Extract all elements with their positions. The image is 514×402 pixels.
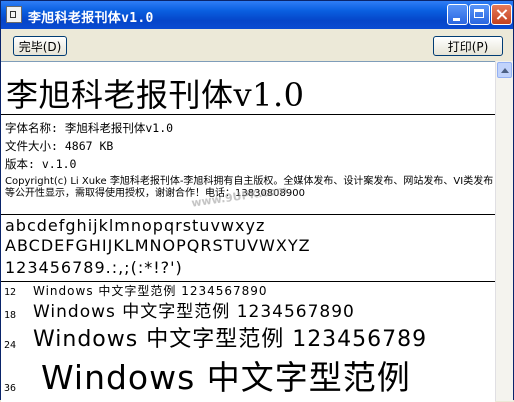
version-info: 版本: v.1.0 bbox=[5, 157, 77, 171]
print-button[interactable]: 打印(P) bbox=[433, 36, 503, 56]
divider bbox=[1, 114, 495, 115]
font-file-icon bbox=[6, 6, 22, 23]
close-button[interactable] bbox=[491, 4, 512, 25]
digits-sample: 123456789.:,;(:*!?') bbox=[5, 258, 183, 277]
uppercase-sample: ABCDEFGHIJKLMNOPQRSTUVWXYZ bbox=[5, 236, 311, 255]
window-title: 李旭科老报刊体v1.0 bbox=[28, 11, 154, 26]
size-sample-text: Windows 中文字型范例 1234567890 bbox=[33, 302, 355, 322]
size-label: 24 bbox=[4, 340, 17, 351]
font-viewer-window: 李旭科老报刊体v1.0 完毕(D) 打印(P) 李旭科老报刊体v1.0 字体名称… bbox=[0, 0, 514, 402]
size-label: 18 bbox=[4, 310, 17, 321]
size-sample-text: Windows 中文字型范例 bbox=[41, 358, 411, 397]
size-label: 36 bbox=[4, 383, 17, 394]
title-bar[interactable]: 李旭科老报刊体v1.0 bbox=[1, 1, 513, 29]
font-name-info: 字体名称: 李旭科老报刊体v1.0 bbox=[5, 121, 174, 135]
lowercase-sample: abcdefghijklmnopqrstuvwxyz bbox=[5, 216, 266, 235]
toolbar: 完毕(D) 打印(P) bbox=[1, 29, 513, 61]
size-sample-text: Windows 中文字型范例 123456789 bbox=[33, 327, 428, 352]
minimize-button[interactable] bbox=[447, 4, 468, 25]
scroll-up-arrow-icon[interactable] bbox=[497, 62, 512, 78]
maximize-button[interactable] bbox=[469, 4, 490, 25]
file-size-info: 文件大小: 4867 KB bbox=[5, 139, 114, 153]
divider bbox=[1, 214, 495, 215]
font-preview-pane: 李旭科老报刊体v1.0 字体名称: 李旭科老报刊体v1.0 文件大小: 4867… bbox=[1, 61, 495, 402]
font-title-preview: 李旭科老报刊体v1.0 bbox=[6, 76, 305, 114]
size-label: 12 bbox=[4, 287, 17, 298]
vertical-scrollbar[interactable] bbox=[495, 61, 513, 401]
done-button[interactable]: 完毕(D) bbox=[13, 36, 67, 56]
